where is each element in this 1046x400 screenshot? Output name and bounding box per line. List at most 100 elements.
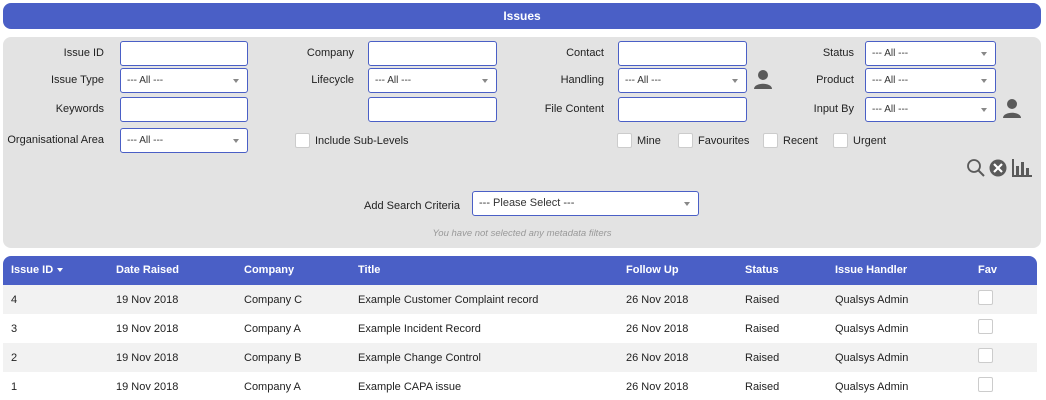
chevron-down-icon — [233, 79, 239, 83]
handling-value: --- All --- — [625, 75, 662, 86]
favourites-label: Favourites — [698, 135, 750, 147]
cell-company: Company C — [244, 294, 303, 306]
mine-label: Mine — [637, 135, 661, 147]
col-company[interactable]: Company — [244, 264, 294, 276]
fav-checkbox[interactable] — [978, 348, 993, 363]
include-sublevels-checkbox[interactable] — [295, 133, 310, 148]
search-icon[interactable] — [966, 158, 986, 178]
col-fav[interactable]: Fav — [978, 264, 997, 276]
cell-date-raised: 19 Nov 2018 — [116, 352, 179, 364]
cell-company: Company B — [244, 352, 302, 364]
cell-title[interactable]: Example Customer Complaint record — [358, 294, 538, 306]
chevron-down-icon — [684, 202, 690, 206]
fav-checkbox[interactable] — [978, 319, 993, 334]
chevron-down-icon — [981, 79, 987, 83]
product-value: --- All --- — [872, 75, 909, 86]
col-issue-handler[interactable]: Issue Handler — [835, 264, 907, 276]
cell-issue-id: 3 — [11, 323, 18, 335]
bar-chart-icon[interactable] — [1011, 158, 1033, 178]
col-title[interactable]: Title — [358, 264, 380, 276]
favourites-checkbox[interactable] — [678, 133, 693, 148]
status-value: --- All --- — [872, 48, 909, 59]
recent-label: Recent — [783, 135, 818, 147]
urgent-label: Urgent — [853, 135, 887, 147]
cell-follow-up: 26 Nov 2018 — [626, 323, 689, 335]
chevron-down-icon — [732, 79, 738, 83]
table-row[interactable]: 4 19 Nov 2018 Company C Example Customer… — [3, 285, 1037, 314]
page-title: Issues — [503, 9, 541, 23]
issue-type-select[interactable]: --- All --- — [120, 68, 248, 93]
mine-checkbox[interactable] — [617, 133, 632, 148]
cell-follow-up: 26 Nov 2018 — [626, 294, 689, 306]
chevron-down-icon — [981, 52, 987, 56]
table-header: Issue ID Date Raised Company Title Follo… — [3, 256, 1037, 285]
file-content-label: File Content — [544, 103, 604, 115]
chevron-down-icon — [482, 79, 488, 83]
cell-status: Raised — [745, 352, 780, 364]
org-area-label: Organisational Area — [7, 134, 104, 146]
contact-label: Contact — [566, 47, 604, 59]
keywords-extra-input[interactable] — [368, 97, 497, 122]
recent-checkbox[interactable] — [763, 133, 778, 148]
cell-status: Raised — [745, 323, 780, 335]
cell-issue-id: 4 — [11, 294, 18, 306]
chevron-down-icon — [981, 108, 987, 112]
input-by-select[interactable]: --- All --- — [865, 97, 996, 122]
filter-panel: Issue ID Issue Type --- All --- Keywords… — [3, 37, 1041, 248]
fav-checkbox[interactable] — [978, 290, 993, 305]
add-criteria-value: --- Please Select --- — [479, 197, 575, 209]
company-label: Company — [306, 47, 354, 59]
fav-checkbox[interactable] — [978, 377, 993, 392]
cell-status: Raised — [745, 294, 780, 306]
col-follow-up[interactable]: Follow Up — [626, 264, 679, 276]
cell-company: Company A — [244, 381, 301, 393]
lifecycle-label: Lifecycle — [311, 74, 354, 86]
include-sublevels-label: Include Sub-Levels — [315, 135, 409, 147]
table-row[interactable]: 2 19 Nov 2018 Company B Example Change C… — [3, 343, 1037, 372]
page-title-bar: Issues — [3, 3, 1041, 29]
keywords-input[interactable] — [120, 97, 248, 122]
input-by-value: --- All --- — [872, 104, 909, 115]
cell-company: Company A — [244, 323, 301, 335]
col-date-raised[interactable]: Date Raised — [116, 264, 179, 276]
handling-label: Handling — [560, 74, 604, 86]
issue-type-value: --- All --- — [127, 75, 164, 86]
contact-input[interactable] — [618, 41, 747, 66]
org-area-select[interactable]: --- All --- — [120, 128, 248, 153]
status-label: Status — [822, 47, 854, 59]
col-status[interactable]: Status — [745, 264, 779, 276]
status-select[interactable]: --- All --- — [865, 41, 996, 66]
lifecycle-value: --- All --- — [375, 75, 412, 86]
sort-desc-icon — [57, 268, 64, 273]
cell-issue-handler: Qualsys Admin — [835, 294, 909, 306]
col-issue-id[interactable]: Issue ID — [11, 264, 64, 276]
user-icon[interactable] — [1001, 97, 1023, 119]
cell-issue-handler: Qualsys Admin — [835, 323, 909, 335]
cell-title[interactable]: Example Incident Record — [358, 323, 481, 335]
table-row[interactable]: 3 19 Nov 2018 Company A Example Incident… — [3, 314, 1037, 343]
company-input[interactable] — [368, 41, 497, 66]
cell-title[interactable]: Example Change Control — [358, 352, 481, 364]
issue-id-input[interactable] — [120, 41, 248, 66]
product-select[interactable]: --- All --- — [865, 68, 996, 93]
cell-follow-up: 26 Nov 2018 — [626, 381, 689, 393]
add-criteria-select[interactable]: --- Please Select --- — [472, 191, 699, 216]
input-by-label: Input By — [813, 103, 854, 115]
handling-select[interactable]: --- All --- — [618, 68, 747, 93]
issues-page: Issues Issue ID Issue Type --- All --- K… — [0, 0, 1046, 400]
cell-date-raised: 19 Nov 2018 — [116, 294, 179, 306]
cell-follow-up: 26 Nov 2018 — [626, 352, 689, 364]
lifecycle-select[interactable]: --- All --- — [368, 68, 497, 93]
product-label: Product — [816, 74, 854, 86]
org-area-value: --- All --- — [127, 135, 164, 146]
chevron-down-icon — [233, 139, 239, 143]
cell-issue-id: 1 — [11, 381, 18, 393]
file-content-input[interactable] — [618, 97, 747, 122]
clear-icon[interactable] — [988, 158, 1008, 178]
urgent-checkbox[interactable] — [833, 133, 848, 148]
col-issue-id-label: Issue ID — [11, 264, 54, 276]
table-row[interactable]: 1 19 Nov 2018 Company A Example CAPA iss… — [3, 372, 1037, 400]
cell-title[interactable]: Example CAPA issue — [358, 381, 461, 393]
cell-date-raised: 19 Nov 2018 — [116, 381, 179, 393]
metadata-hint: You have not selected any metadata filte… — [432, 228, 612, 239]
